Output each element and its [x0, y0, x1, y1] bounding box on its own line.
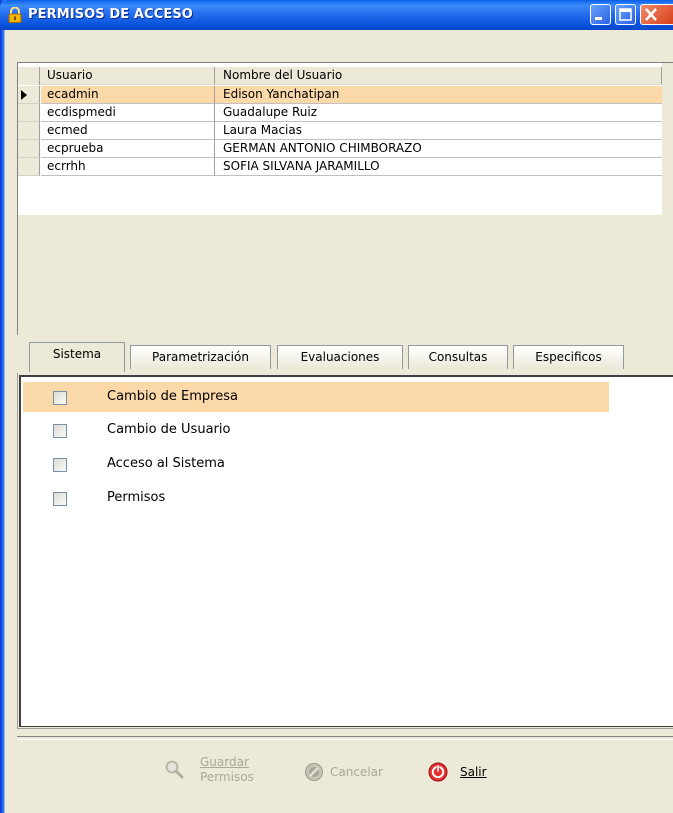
- cancel-icon: [305, 763, 323, 781]
- window-title: PERMISOS DE ACCESO: [28, 7, 193, 22]
- checkbox-permisos[interactable]: [53, 492, 67, 506]
- cell-name[interactable]: SOFIA SILVANA JARAMILLO: [215, 158, 662, 176]
- cancelar-button[interactable]: Cancelar: [304, 748, 404, 794]
- permission-item-acceso-sistema[interactable]: Acceso al Sistema: [23, 449, 609, 479]
- checkbox-cambio-empresa[interactable]: [53, 391, 67, 405]
- grid-header: Usuario Nombre del Usuario: [18, 67, 662, 85]
- guardar-label: Guardar: [200, 755, 249, 769]
- current-row-arrow-icon: [21, 90, 27, 100]
- table-row[interactable]: ecrrhh SOFIA SILVANA JARAMILLO: [18, 158, 662, 176]
- button-bar-separator: [17, 736, 673, 740]
- power-icon: [428, 762, 448, 782]
- salir-label: Salir: [460, 765, 487, 779]
- minimize-icon: [595, 17, 602, 20]
- cell-user[interactable]: ecprueba: [41, 140, 215, 158]
- salir-button[interactable]: Salir: [428, 748, 498, 794]
- cell-user[interactable]: ecrrhh: [41, 158, 215, 176]
- tab-especificos[interactable]: Especificos: [513, 345, 624, 369]
- users-grid[interactable]: Usuario Nombre del Usuario ecadmin Ediso…: [17, 62, 673, 335]
- title-bar[interactable]: PERMISOS DE ACCESO: [0, 0, 673, 30]
- cell-user[interactable]: ecadmin: [41, 86, 215, 104]
- close-button[interactable]: [640, 4, 673, 25]
- row-indicator: [18, 104, 40, 122]
- row-indicator: [18, 158, 40, 176]
- row-indicator: [18, 122, 40, 140]
- row-indicator: [18, 140, 40, 158]
- permisos-label: Permisos: [200, 770, 254, 784]
- cell-name[interactable]: Edison Yanchatipan: [215, 86, 662, 104]
- permission-item-cambio-usuario[interactable]: Cambio de Usuario: [23, 415, 609, 445]
- checkbox-cambio-usuario[interactable]: [53, 424, 67, 438]
- guardar-permisos-button[interactable]: Guardar Permisos: [164, 748, 274, 794]
- permission-tabs: Sistema Parametrización Evaluaciones Con…: [17, 340, 673, 374]
- column-header-nombre[interactable]: Nombre del Usuario: [215, 67, 662, 85]
- minimize-button[interactable]: [590, 4, 611, 25]
- column-header-usuario[interactable]: Usuario: [41, 67, 215, 85]
- tab-consultas[interactable]: Consultas: [408, 345, 508, 369]
- permission-item-permisos[interactable]: Permisos: [23, 483, 609, 513]
- checkbox-acceso-sistema[interactable]: [53, 458, 67, 472]
- cell-name[interactable]: Guadalupe Ruiz: [215, 104, 662, 122]
- cell-user[interactable]: ecmed: [41, 122, 215, 140]
- permission-label: Cambio de Usuario: [107, 422, 231, 437]
- permission-label: Permisos: [107, 490, 166, 505]
- cancelar-label: Cancelar: [330, 765, 383, 779]
- table-row[interactable]: ecadmin Edison Yanchatipan: [18, 86, 662, 104]
- lock-icon: [8, 7, 22, 23]
- cell-user[interactable]: ecdispmedi: [41, 104, 215, 122]
- row-indicator: [18, 86, 40, 104]
- permission-label: Acceso al Sistema: [107, 456, 225, 471]
- table-row[interactable]: ecdispmedi Guadalupe Ruiz: [18, 104, 662, 122]
- row-indicator-header: [18, 67, 40, 85]
- magnifier-icon: [165, 760, 184, 779]
- table-row[interactable]: ecmed Laura Macias: [18, 122, 662, 140]
- permission-item-cambio-empresa[interactable]: Cambio de Empresa: [23, 382, 609, 412]
- users-grid-body: Usuario Nombre del Usuario ecadmin Ediso…: [18, 63, 662, 215]
- tab-evaluaciones[interactable]: Evaluaciones: [277, 345, 403, 369]
- window-frame: [0, 0, 5, 813]
- tab-sistema[interactable]: Sistema: [29, 342, 125, 372]
- permission-label: Cambio de Empresa: [107, 389, 238, 404]
- maximize-icon: [619, 8, 632, 21]
- close-icon: [645, 8, 657, 21]
- tab-parametrizacion[interactable]: Parametrización: [130, 345, 271, 369]
- cell-name[interactable]: GERMAN ANTONIO CHIMBORAZO: [215, 140, 662, 158]
- permissions-list: Cambio de Empresa Cambio de Usuario Acce…: [19, 375, 673, 727]
- maximize-button[interactable]: [615, 4, 636, 25]
- table-row[interactable]: ecprueba GERMAN ANTONIO CHIMBORAZO: [18, 140, 662, 158]
- cell-name[interactable]: Laura Macias: [215, 122, 662, 140]
